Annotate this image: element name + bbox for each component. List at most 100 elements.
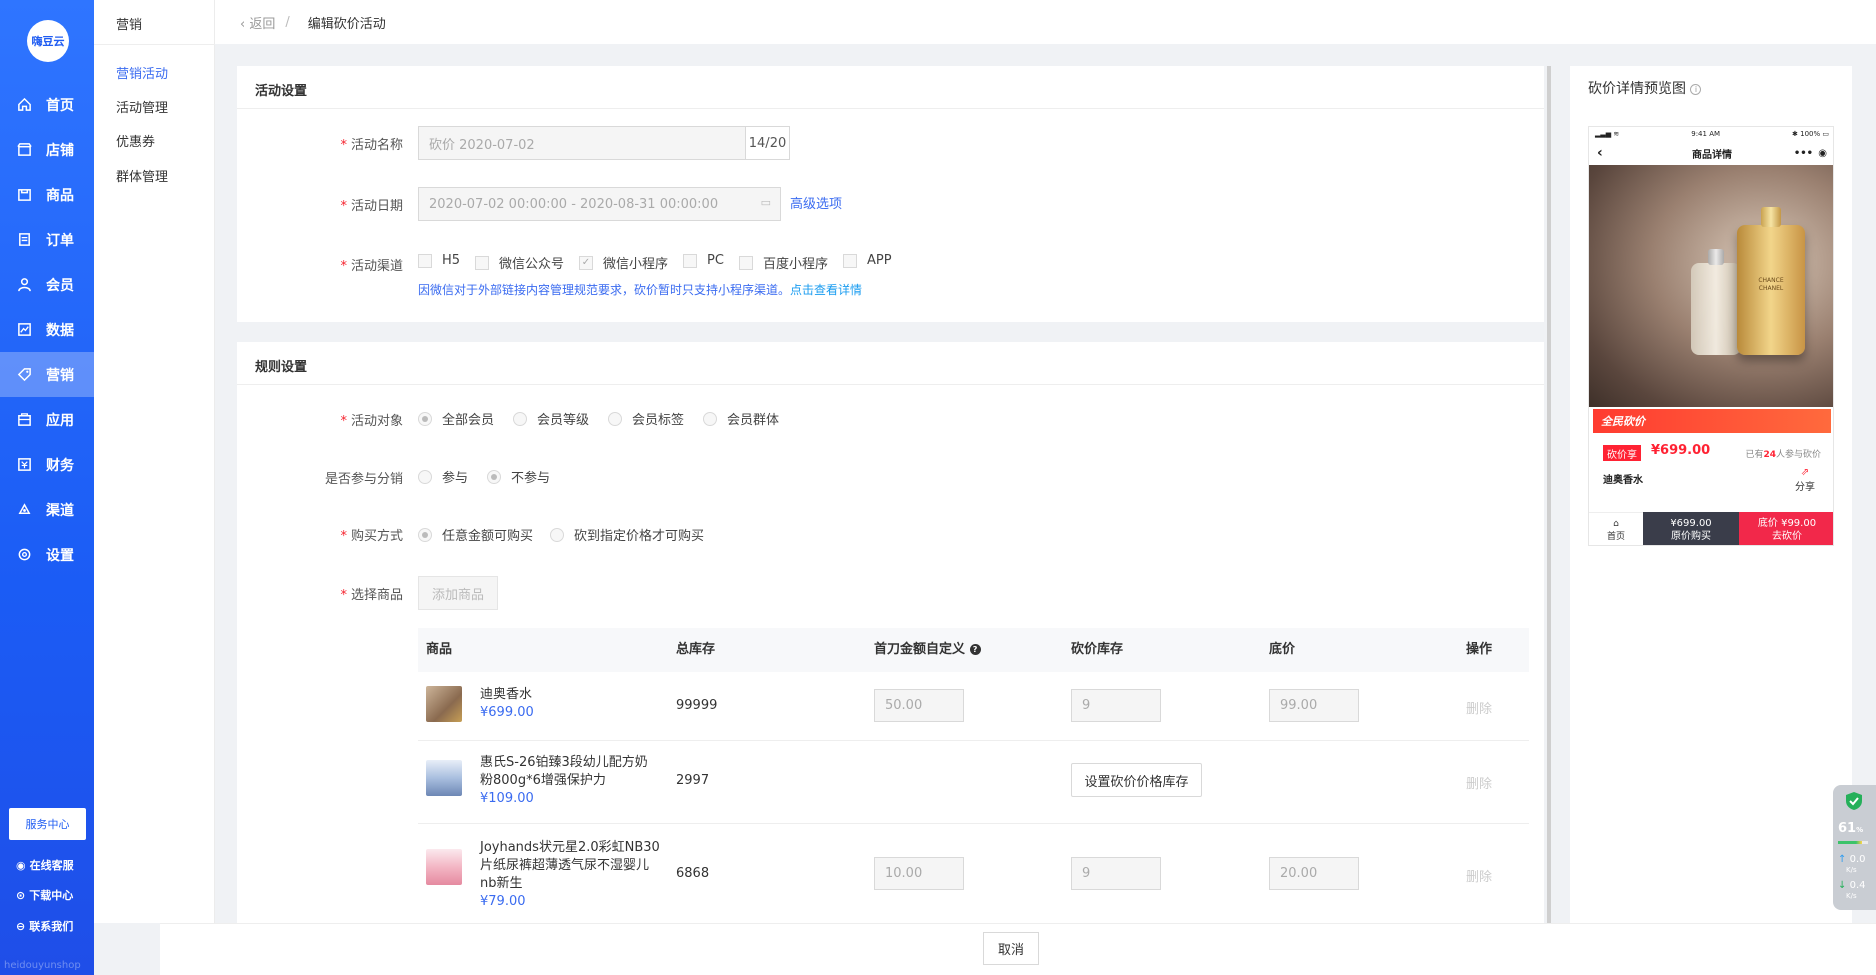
share-button[interactable]: ⇗ 分享: [1795, 467, 1815, 493]
checkbox-box: [843, 253, 857, 268]
delete-button[interactable]: 删除: [1466, 866, 1492, 885]
nav-item-apps[interactable]: 应用: [0, 397, 94, 442]
phone-home-button[interactable]: ⌂ 首页: [1589, 512, 1643, 545]
main-scrollbar[interactable]: [1547, 66, 1551, 923]
label-text: 是否参与分销: [324, 472, 403, 487]
preview-product-name: 迪奥香水: [1603, 475, 1643, 486]
subnav-item-campaigns[interactable]: 营销活动: [116, 63, 168, 82]
target-radio-tag[interactable]: 会员标签: [608, 409, 684, 428]
nav-item-finance[interactable]: 财务: [0, 442, 94, 487]
checkbox-label: 百度小程序: [763, 257, 829, 272]
channel-checkbox-wechat-mini[interactable]: ✓ 微信小程序: [579, 253, 668, 272]
contact-us-link[interactable]: ⊖ 联系我们: [16, 918, 73, 934]
nav-label: 渠道: [46, 502, 74, 519]
radio-label: 全部会员: [442, 413, 495, 428]
delete-button[interactable]: 删除: [1466, 698, 1492, 717]
radio-circle: [513, 411, 527, 426]
cpu-percent: 61%: [1838, 821, 1863, 836]
download-unit: K/s: [1846, 892, 1857, 900]
first-cut-input[interactable]: 50.00: [874, 689, 964, 722]
network-monitor-widget[interactable]: 61% ↑ 0.0 K/s ↓ 0.4 K/s: [1833, 785, 1876, 910]
label-text: 活动日期: [350, 199, 403, 214]
channel-checkbox-h5[interactable]: H5: [418, 253, 460, 268]
subnav-item-coupons[interactable]: 优惠券: [116, 131, 155, 150]
radio-dot: [491, 473, 497, 480]
required-mark: *: [340, 414, 347, 429]
nav-label: 订单: [46, 232, 74, 249]
col-header-cut-stock: 砍价库存: [1071, 642, 1124, 657]
radio-circle: [703, 411, 717, 426]
subnav-item-activity-mgmt[interactable]: 活动管理: [116, 97, 168, 116]
checkbox-box: [739, 255, 753, 270]
buy-radio-any[interactable]: 任意金额可购买: [418, 525, 533, 544]
nav-item-data[interactable]: 数据: [0, 307, 94, 352]
nav-item-settings[interactable]: 设置: [0, 532, 94, 577]
set-cut-price-stock-button[interactable]: 设置砍价价格库存: [1071, 763, 1202, 797]
activity-date-input[interactable]: 2020-07-02 00:00:00 - 2020-08-31 00:00:0…: [418, 187, 781, 221]
total-stock: 6868: [676, 866, 710, 881]
nav-label: 数据: [46, 322, 74, 339]
product-price: ¥79.00: [480, 894, 526, 909]
target-radio-group[interactable]: 会员群体: [703, 409, 779, 428]
channel-checkbox-pc[interactable]: PC: [683, 253, 724, 268]
subnav-item-groups[interactable]: 群体管理: [116, 166, 168, 185]
buy-radio-target[interactable]: 砍到指定价格才可购买: [550, 525, 704, 544]
activity-name-input[interactable]: 砍价 2020-07-02 14/20: [418, 126, 790, 160]
advanced-options-link[interactable]: 高级选项: [790, 193, 842, 212]
cut-stock-input[interactable]: 9: [1071, 857, 1161, 890]
buy-original-button[interactable]: ¥699.00 原价购买: [1643, 512, 1739, 545]
checkbox-label: H5: [442, 253, 461, 268]
page-title: 编辑砍价活动: [307, 16, 386, 32]
total-stock: 99999: [676, 698, 718, 713]
cut-stock-input[interactable]: 9: [1071, 689, 1161, 722]
floor-price-input[interactable]: 99.00: [1269, 689, 1359, 722]
dist-radio-not-join[interactable]: 不参与: [487, 467, 550, 486]
product-name: Joyhands状元星2.0彩虹NB30片纸尿裤超薄透气尿不湿婴儿nb新生: [480, 840, 660, 891]
activity-section-title: 活动设置: [255, 84, 308, 99]
radio-label: 会员群体: [727, 413, 780, 428]
dist-radio-join[interactable]: 参与: [418, 467, 468, 486]
nav-item-channel[interactable]: 渠道: [0, 487, 94, 532]
radio-label: 不参与: [511, 471, 551, 486]
promo-banner: 全民砍价: [1593, 409, 1831, 433]
floor-price-input[interactable]: 20.00: [1269, 857, 1359, 890]
product-thumbnail: [426, 686, 462, 722]
channel-checkbox-baidu[interactable]: 百度小程序: [739, 253, 828, 272]
nav-item-goods[interactable]: 商品: [0, 172, 94, 217]
radio-label: 会员标签: [632, 413, 685, 428]
char-counter: 14/20: [745, 127, 789, 159]
channel-checkbox-wechat-oa[interactable]: 微信公众号: [475, 253, 564, 272]
nav-item-orders[interactable]: 订单: [0, 217, 94, 262]
gear-icon: [16, 547, 32, 563]
add-goods-button[interactable]: 添加商品: [418, 576, 498, 610]
member-icon: [16, 277, 32, 293]
perfume-bottle-large: CHANCE CHANEL: [1737, 207, 1805, 355]
back-link[interactable]: ‹ 返回: [240, 13, 275, 32]
nav-item-member[interactable]: 会员: [0, 262, 94, 307]
subnav-divider: [94, 44, 215, 45]
nav-item-store[interactable]: 店铺: [0, 127, 94, 172]
nav-item-home[interactable]: 首页: [0, 82, 94, 127]
cancel-button[interactable]: 取消: [983, 932, 1039, 965]
target-radio-all[interactable]: 全部会员: [418, 409, 494, 428]
delete-button[interactable]: 删除: [1466, 773, 1492, 792]
brand-logo[interactable]: 嗨豆云: [27, 20, 69, 62]
service-center-button[interactable]: 服务中心: [9, 808, 86, 840]
help-icon[interactable]: ?: [969, 644, 981, 655]
download-center-link[interactable]: ⊙ 下载中心: [16, 887, 73, 903]
nav-item-marketing[interactable]: 营销: [0, 352, 94, 397]
channel-checkbox-app[interactable]: APP: [843, 253, 892, 268]
first-cut-input[interactable]: 10.00: [874, 857, 964, 890]
orig-buy-label: 原价购买: [1671, 530, 1711, 542]
row-divider: [418, 823, 1529, 824]
preview-panel: 砍价详情预览图 i ▂▃▅ ≋ 9:41 AM ✱ 100% ▭ ‹ 商品详情 ••…: [1570, 66, 1852, 923]
online-service-link[interactable]: ◉ 在线客服: [16, 857, 74, 873]
info-icon[interactable]: i: [1690, 83, 1702, 95]
target-radio-level[interactable]: 会员等级: [513, 409, 589, 428]
col-header-total-stock: 总库存: [676, 642, 716, 657]
notice-detail-link[interactable]: 点击查看详情: [790, 283, 862, 297]
radio-label: 砍到指定价格才可购买: [574, 529, 705, 544]
download-arrow-icon: ↓: [1838, 880, 1847, 891]
upload-arrow-icon: ↑: [1838, 854, 1847, 865]
go-cut-button[interactable]: 底价 ¥99.00 去砍价: [1739, 512, 1833, 545]
